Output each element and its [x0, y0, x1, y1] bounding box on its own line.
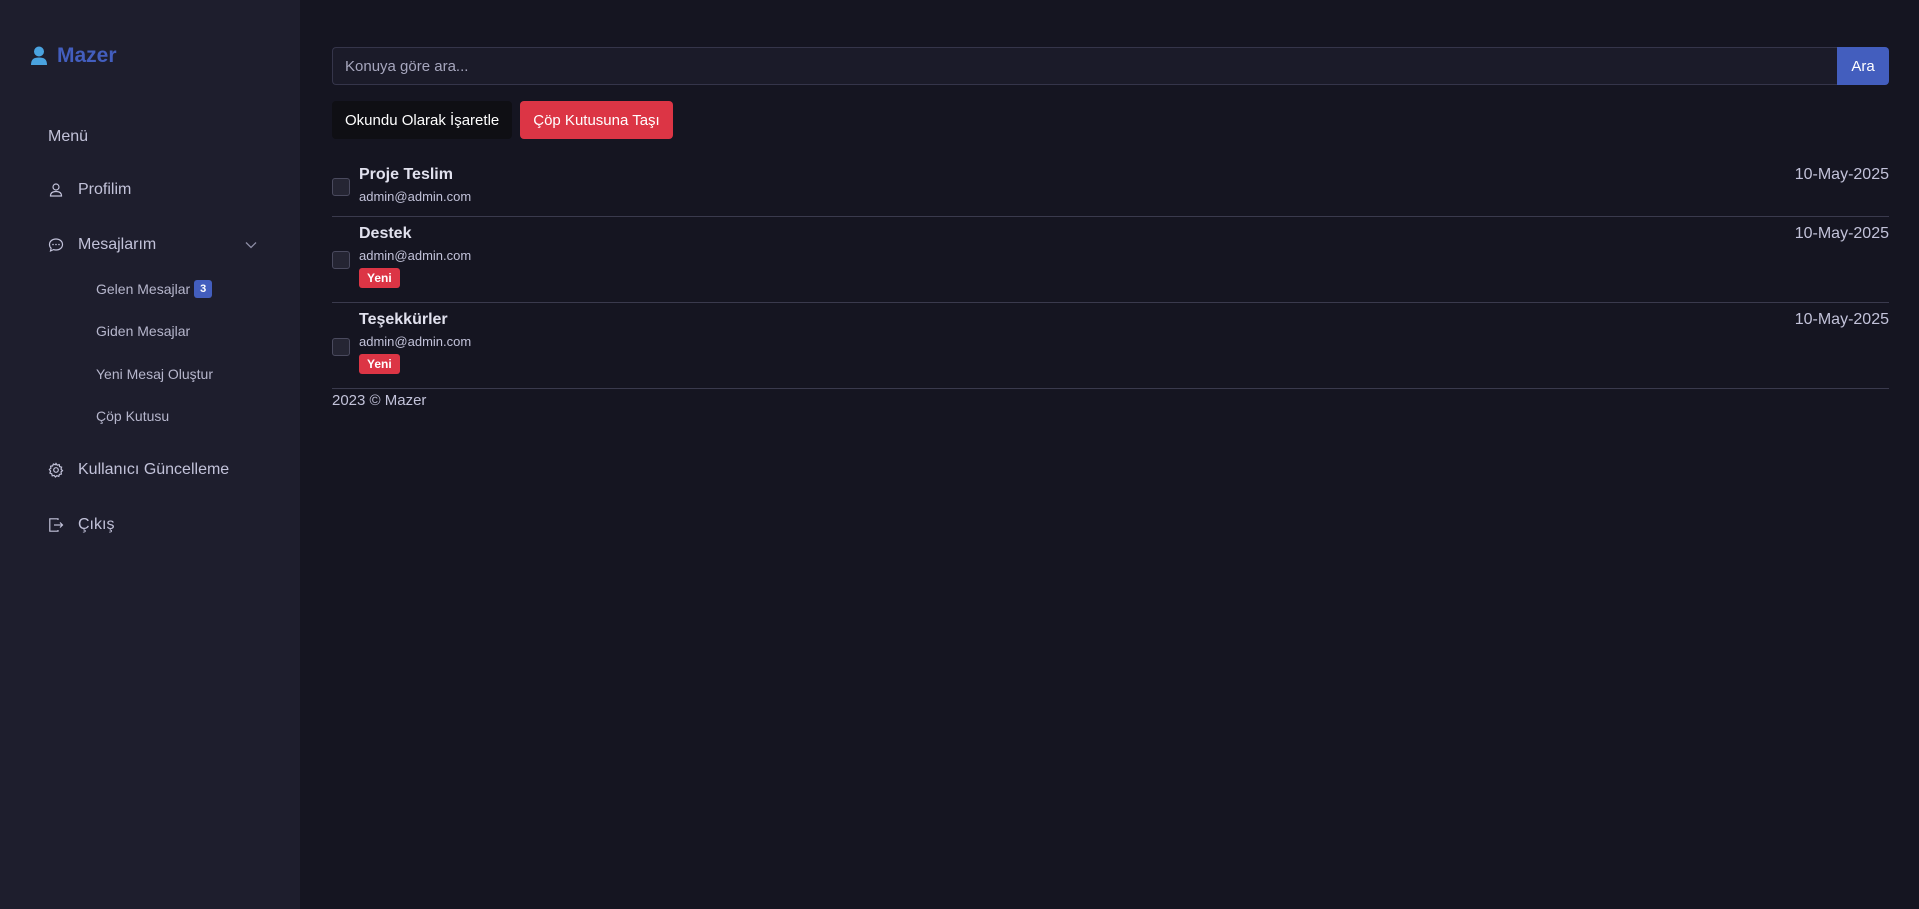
search-bar: Ara	[332, 47, 1889, 85]
person-icon	[49, 183, 63, 197]
unread-count-badge: 3	[194, 280, 213, 298]
logout-icon	[49, 518, 64, 532]
message-date: 10-May-2025	[1794, 225, 1889, 242]
message-sender: admin@admin.com	[359, 189, 472, 204]
message-date: 10-May-2025	[1794, 311, 1889, 328]
sidebar: Mazer Menü Profilim Mesajlarım Gelen Mes…	[0, 0, 300, 909]
message-row[interactable]: Teşekkürler admin@admin.com Yeni 10-May-…	[332, 303, 1889, 389]
sidebar-item-label: Profilim	[78, 181, 132, 198]
search-button[interactable]: Ara	[1837, 47, 1889, 85]
message-checkbox[interactable]	[332, 338, 350, 356]
message-date: 10-May-2025	[1794, 166, 1889, 183]
sidebar-item-label: Mesajlarım	[78, 236, 157, 253]
brand-name: Mazer	[57, 44, 117, 67]
main-content: Ara Okundu Olarak İşaretle Çöp Kutusuna …	[332, 0, 1889, 909]
sidebar-item-profilim[interactable]: Profilim	[48, 181, 258, 199]
sidebar-item-kullanici-guncelleme[interactable]: Kullanıcı Güncelleme	[48, 461, 258, 479]
sidebar-item-mesajlarim[interactable]: Mesajlarım	[48, 236, 258, 254]
message-subject[interactable]: Proje Teslim	[359, 165, 1889, 185]
message-checkbox[interactable]	[332, 178, 350, 196]
brand-logo[interactable]: Mazer	[30, 44, 117, 68]
sidebar-subitem-label: Çöp Kutusu	[96, 408, 170, 424]
move-to-trash-button[interactable]: Çöp Kutusuna Taşı	[520, 101, 673, 139]
search-input[interactable]	[332, 47, 1837, 85]
message-row[interactable]: Destek admin@admin.com Yeni 10-May-2025	[332, 217, 1889, 303]
message-subject[interactable]: Destek	[359, 224, 1889, 244]
person-icon	[31, 46, 47, 65]
message-checkbox[interactable]	[332, 251, 350, 269]
bulk-actions: Okundu Olarak İşaretle Çöp Kutusuna Taşı	[332, 101, 673, 139]
footer-copyright: 2023 © Mazer	[332, 392, 427, 409]
sidebar-subitem-label: Gelen Mesajlar	[96, 281, 191, 297]
message-sender: admin@admin.com	[359, 334, 472, 349]
message-row[interactable]: Proje Teslim admin@admin.com 10-May-2025	[332, 158, 1889, 217]
sidebar-subitem-label: Giden Mesajlar	[96, 323, 191, 339]
sidebar-subitem-cop-kutusu[interactable]: Çöp Kutusu	[96, 408, 169, 424]
menu-title: Menü	[48, 128, 89, 145]
sidebar-item-cikis[interactable]: Çıkış	[48, 516, 258, 534]
mark-read-button[interactable]: Okundu Olarak İşaretle	[332, 101, 513, 139]
message-list: Proje Teslim admin@admin.com 10-May-2025…	[332, 158, 1889, 389]
sidebar-subitem-yeni-mesaj[interactable]: Yeni Mesaj Oluştur	[96, 366, 213, 382]
chat-icon	[48, 238, 64, 253]
new-badge: Yeni	[359, 268, 400, 288]
message-subject[interactable]: Teşekkürler	[359, 310, 1889, 330]
sidebar-subitem-label: Yeni Mesaj Oluştur	[96, 366, 213, 382]
gear-icon	[48, 462, 64, 478]
sidebar-subitem-gelen-mesajlar[interactable]: Gelen Mesajlar 3	[96, 280, 213, 298]
new-badge: Yeni	[359, 354, 400, 374]
sidebar-item-label: Kullanıcı Güncelleme	[78, 461, 230, 478]
chevron-down-icon[interactable]	[244, 238, 258, 252]
sidebar-subitem-giden-mesajlar[interactable]: Giden Mesajlar	[96, 323, 190, 339]
sidebar-item-label: Çıkış	[78, 516, 115, 533]
message-sender: admin@admin.com	[359, 248, 472, 263]
